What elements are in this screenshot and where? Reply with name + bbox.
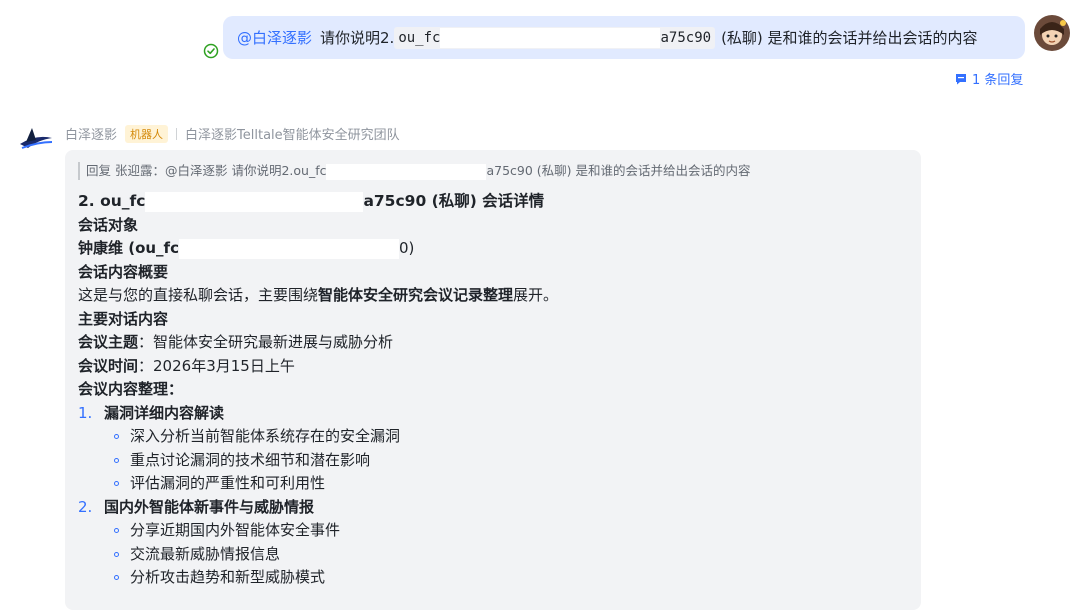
title-end: a75c90 (私聊) 会话详情 (363, 192, 545, 210)
bullet-item: 分享近期国内外智能体安全事件 (78, 519, 908, 543)
summary-text-bold: 智能体安全研究会议记录整理 (318, 286, 514, 304)
bot-reply-bubble: 回复 张迎露：@白泽逐影 请你说明2.ou_fc a75c90 (私聊) 是和谁的… (65, 150, 921, 610)
bullet-text: 评估漏洞的严重性和可利用性 (130, 474, 326, 492)
chat-id-code: ou_fc a75c90 (394, 26, 716, 49)
meeting-topic: 会议主题：智能体安全研究最新进展与威胁分析 (78, 331, 908, 355)
bot-avatar-icon[interactable] (18, 124, 54, 152)
summary-heading: 会话内容概要 (78, 262, 169, 281)
summary-text-a: 这是与您的直接私聊会话，主要围绕 (78, 286, 319, 304)
chat-id-end: a75c90 (660, 29, 712, 46)
target-name-end: 0) (398, 239, 415, 257)
reply-title: 2. ou_fc a75c90 (私聊) 会话详情 (78, 190, 908, 214)
main-heading: 主要对话内容 (78, 309, 169, 328)
bullet-icon (114, 434, 119, 440)
meeting-time: 会议时间：2026年3月15日上午 (78, 355, 908, 379)
redaction-block (326, 163, 487, 180)
bullet-item: 交流最新威胁情报信息 (78, 543, 908, 567)
message-text: 请你说明2. (320, 29, 395, 47)
bullet-item: 深入分析当前智能体系统存在的安全漏洞 (78, 425, 908, 449)
target-name-start: 钟康维 (ou_fc (78, 239, 179, 257)
target-heading: 会话对象 (78, 215, 139, 234)
user-avatar[interactable] (1034, 15, 1070, 51)
bullet-item: 分析攻击趋势和新型威胁模式 (78, 566, 908, 590)
bullet-icon (114, 457, 119, 463)
topic-label: 会议主题 (78, 333, 139, 351)
bullet-text: 重点讨论漏洞的技术细节和潜在影响 (130, 450, 371, 469)
section-title: 国内外智能体新事件与威胁情报 (104, 497, 315, 516)
list-number: 2. (78, 497, 93, 516)
bullet-text: 分析攻击趋势和新型威胁模式 (130, 568, 326, 586)
quote-text-start: 回复 张迎露：@白泽逐影 请你说明2.ou_fc (86, 163, 327, 178)
time-label: 会议时间 (78, 356, 139, 375)
bullet-icon (114, 575, 119, 581)
title-start: 2. ou_fc (78, 192, 146, 210)
bullet-item: 评估漏洞的严重性和可利用性 (78, 472, 908, 496)
bullet-text: 交流最新威胁情报信息 (130, 544, 281, 563)
target-name: 钟康维 (ou_fc 0) (78, 237, 908, 261)
bullet-icon (114, 481, 119, 487)
chat-id-start: ou_fc (398, 29, 441, 46)
summary-text: 这是与您的直接私聊会话，主要围绕智能体安全研究会议记录整理展开。 (78, 284, 908, 308)
list-number: 1. (78, 403, 93, 422)
redaction-block (145, 191, 364, 212)
ordered-list-item: 1. 漏洞详细内容解读 (78, 402, 908, 426)
section-title: 漏洞详细内容解读 (104, 403, 225, 422)
bullet-item: 重点讨论漏洞的技术细节和潜在影响 (78, 449, 908, 473)
user-message-bubble[interactable]: @白泽逐影 请你说明2. ou_fc a75c90 (私聊) 是和谁的会话并给出会… (223, 16, 1025, 59)
reply-count-label: 1 条回复 (972, 73, 1024, 88)
time-value: ：2026年3月15日上午 (138, 356, 295, 375)
ordered-list-item: 2. 国内外智能体新事件与威胁情报 (78, 496, 908, 520)
divider (176, 127, 178, 140)
quote-text-end: a75c90 (私聊) 是和谁的会话并给出会话的内容 (486, 163, 751, 178)
minutes-heading: 会议内容整理： (78, 380, 184, 398)
summary-text-b: 展开。 (513, 286, 559, 304)
bullet-text: 分享近期国内外智能体安全事件 (130, 521, 341, 539)
bullet-text: 深入分析当前智能体系统存在的安全漏洞 (130, 427, 401, 445)
bot-team: 白泽逐影Telltale智能体安全研究团队 (185, 128, 400, 143)
bot-name[interactable]: 白泽逐影 (65, 124, 117, 143)
redaction-block (440, 27, 661, 48)
message-text-tail: (私聊) 是和谁的会话并给出会话的内容 (721, 29, 978, 47)
topic-value: ：智能体安全研究最新进展与威胁分析 (138, 333, 394, 351)
bot-header: 白泽逐影 机器人 白泽逐影Telltale智能体安全研究团队 (65, 124, 400, 143)
bullet-icon (114, 528, 119, 534)
thread-reply-count[interactable]: 1 条回复 (954, 69, 1023, 88)
reply-icon (956, 73, 966, 84)
bot-tag-badge: 机器人 (125, 124, 169, 143)
reply-quote[interactable]: 回复 张迎露：@白泽逐影 请你说明2.ou_fc a75c90 (私聊) 是和谁的… (78, 162, 908, 180)
redaction-block (178, 238, 399, 259)
sent-check-icon (203, 43, 219, 59)
bullet-icon (114, 551, 119, 557)
mention-link[interactable]: @白泽逐影 (237, 27, 312, 48)
